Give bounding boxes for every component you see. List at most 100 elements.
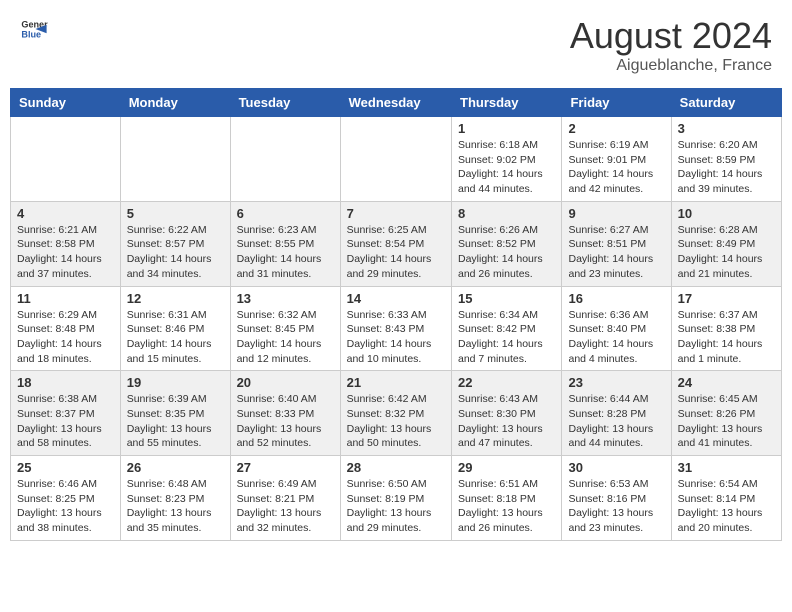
day-info: Sunrise: 6:53 AM Sunset: 8:16 PM Dayligh… <box>568 477 664 536</box>
day-info: Sunrise: 6:28 AM Sunset: 8:49 PM Dayligh… <box>678 223 775 282</box>
main-title: August 2024 <box>570 15 772 57</box>
day-number: 27 <box>237 460 334 475</box>
calendar-cell: 9 Sunrise: 6:27 AM Sunset: 8:51 PM Daylig… <box>562 201 671 286</box>
calendar-cell: 27 Sunrise: 6:49 AM Sunset: 8:21 PM Dayli… <box>230 456 340 541</box>
day-number: 31 <box>678 460 775 475</box>
day-number: 13 <box>237 291 334 306</box>
calendar-header-row: SundayMondayTuesdayWednesdayThursdayFrid… <box>11 89 782 117</box>
day-number: 17 <box>678 291 775 306</box>
page-header: General Blue August 2024 Aigueblanche, F… <box>10 10 782 80</box>
day-number: 8 <box>458 206 555 221</box>
day-number: 19 <box>127 375 224 390</box>
day-number: 5 <box>127 206 224 221</box>
day-info: Sunrise: 6:49 AM Sunset: 8:21 PM Dayligh… <box>237 477 334 536</box>
day-number: 25 <box>17 460 114 475</box>
day-header-sunday: Sunday <box>11 89 121 117</box>
day-header-friday: Friday <box>562 89 671 117</box>
day-info: Sunrise: 6:19 AM Sunset: 9:01 PM Dayligh… <box>568 138 664 197</box>
calendar-cell <box>230 117 340 202</box>
day-number: 12 <box>127 291 224 306</box>
calendar-cell: 15Sunrise: 6:34 AM Sunset: 8:42 PM Dayli… <box>452 286 562 371</box>
day-number: 21 <box>347 375 445 390</box>
day-number: 1 <box>458 121 555 136</box>
calendar-cell <box>11 117 121 202</box>
day-number: 16 <box>568 291 664 306</box>
day-number: 29 <box>458 460 555 475</box>
day-info: Sunrise: 6:37 AM Sunset: 8:38 PM Dayligh… <box>678 308 775 367</box>
calendar-cell: 20Sunrise: 6:40 AM Sunset: 8:33 PM Dayli… <box>230 371 340 456</box>
day-header-saturday: Saturday <box>671 89 781 117</box>
day-info: Sunrise: 6:46 AM Sunset: 8:25 PM Dayligh… <box>17 477 114 536</box>
calendar-cell: 18 Sunrise: 6:38 AM Sunset: 8:37 PM Dayli… <box>11 371 121 456</box>
day-info: Sunrise: 6:39 AM Sunset: 8:35 PM Dayligh… <box>127 392 224 451</box>
calendar: SundayMondayTuesdayWednesdayThursdayFrid… <box>10 88 782 541</box>
calendar-week-row: 4 Sunrise: 6:21 AM Sunset: 8:58 PM Daylig… <box>11 201 782 286</box>
day-info: Sunrise: 6:22 AM Sunset: 8:57 PM Dayligh… <box>127 223 224 282</box>
day-info: Sunrise: 6:38 AM Sunset: 8:37 PM Dayligh… <box>17 392 114 451</box>
day-info: Sunrise: 6:31 AM Sunset: 8:46 PM Dayligh… <box>127 308 224 367</box>
calendar-cell: 19 Sunrise: 6:39 AM Sunset: 8:35 PM Dayli… <box>120 371 230 456</box>
calendar-cell: 12 Sunrise: 6:31 AM Sunset: 8:46 PM Dayli… <box>120 286 230 371</box>
day-header-monday: Monday <box>120 89 230 117</box>
calendar-week-row: 11 Sunrise: 6:29 AM Sunset: 8:48 PM Dayli… <box>11 286 782 371</box>
day-number: 2 <box>568 121 664 136</box>
calendar-cell: 26Sunrise: 6:48 AM Sunset: 8:23 PM Dayli… <box>120 456 230 541</box>
calendar-cell: 25 Sunrise: 6:46 AM Sunset: 8:25 PM Dayli… <box>11 456 121 541</box>
day-number: 24 <box>678 375 775 390</box>
day-number: 30 <box>568 460 664 475</box>
day-info: Sunrise: 6:20 AM Sunset: 8:59 PM Dayligh… <box>678 138 775 197</box>
day-number: 14 <box>347 291 445 306</box>
day-info: Sunrise: 6:54 AM Sunset: 8:14 PM Dayligh… <box>678 477 775 536</box>
logo: General Blue <box>20 15 48 43</box>
calendar-cell: 31 Sunrise: 6:54 AM Sunset: 8:14 PM Dayli… <box>671 456 781 541</box>
day-info: Sunrise: 6:43 AM Sunset: 8:30 PM Dayligh… <box>458 392 555 451</box>
calendar-cell: 4 Sunrise: 6:21 AM Sunset: 8:58 PM Daylig… <box>11 201 121 286</box>
calendar-cell: 17 Sunrise: 6:37 AM Sunset: 8:38 PM Dayli… <box>671 286 781 371</box>
day-number: 4 <box>17 206 114 221</box>
calendar-cell: 1Sunrise: 6:18 AM Sunset: 9:02 PM Daylig… <box>452 117 562 202</box>
calendar-cell: 2 Sunrise: 6:19 AM Sunset: 9:01 PM Daylig… <box>562 117 671 202</box>
day-info: Sunrise: 6:51 AM Sunset: 8:18 PM Dayligh… <box>458 477 555 536</box>
calendar-cell <box>120 117 230 202</box>
day-number: 26 <box>127 460 224 475</box>
day-info: Sunrise: 6:40 AM Sunset: 8:33 PM Dayligh… <box>237 392 334 451</box>
calendar-week-row: 25 Sunrise: 6:46 AM Sunset: 8:25 PM Dayli… <box>11 456 782 541</box>
day-header-thursday: Thursday <box>452 89 562 117</box>
day-number: 11 <box>17 291 114 306</box>
day-header-tuesday: Tuesday <box>230 89 340 117</box>
calendar-cell: 14 Sunrise: 6:33 AM Sunset: 8:43 PM Dayli… <box>340 286 451 371</box>
day-info: Sunrise: 6:32 AM Sunset: 8:45 PM Dayligh… <box>237 308 334 367</box>
calendar-cell: 22 Sunrise: 6:43 AM Sunset: 8:30 PM Dayli… <box>452 371 562 456</box>
calendar-cell: 7 Sunrise: 6:25 AM Sunset: 8:54 PM Daylig… <box>340 201 451 286</box>
day-number: 7 <box>347 206 445 221</box>
calendar-cell: 10 Sunrise: 6:28 AM Sunset: 8:49 PM Dayli… <box>671 201 781 286</box>
day-info: Sunrise: 6:50 AM Sunset: 8:19 PM Dayligh… <box>347 477 445 536</box>
calendar-cell: 21Sunrise: 6:42 AM Sunset: 8:32 PM Dayli… <box>340 371 451 456</box>
calendar-cell: 24Sunrise: 6:45 AM Sunset: 8:26 PM Dayli… <box>671 371 781 456</box>
day-info: Sunrise: 6:44 AM Sunset: 8:28 PM Dayligh… <box>568 392 664 451</box>
day-header-wednesday: Wednesday <box>340 89 451 117</box>
day-info: Sunrise: 6:36 AM Sunset: 8:40 PM Dayligh… <box>568 308 664 367</box>
calendar-cell: 16 Sunrise: 6:36 AM Sunset: 8:40 PM Dayli… <box>562 286 671 371</box>
calendar-cell: 6 Sunrise: 6:23 AM Sunset: 8:55 PM Daylig… <box>230 201 340 286</box>
day-info: Sunrise: 6:25 AM Sunset: 8:54 PM Dayligh… <box>347 223 445 282</box>
day-number: 22 <box>458 375 555 390</box>
calendar-cell: 11 Sunrise: 6:29 AM Sunset: 8:48 PM Dayli… <box>11 286 121 371</box>
logo-icon: General Blue <box>20 15 48 43</box>
day-info: Sunrise: 6:21 AM Sunset: 8:58 PM Dayligh… <box>17 223 114 282</box>
day-info: Sunrise: 6:29 AM Sunset: 8:48 PM Dayligh… <box>17 308 114 367</box>
day-info: Sunrise: 6:27 AM Sunset: 8:51 PM Dayligh… <box>568 223 664 282</box>
day-info: Sunrise: 6:26 AM Sunset: 8:52 PM Dayligh… <box>458 223 555 282</box>
day-number: 9 <box>568 206 664 221</box>
day-number: 10 <box>678 206 775 221</box>
calendar-week-row: 1Sunrise: 6:18 AM Sunset: 9:02 PM Daylig… <box>11 117 782 202</box>
subtitle: Aigueblanche, France <box>570 57 772 75</box>
day-number: 3 <box>678 121 775 136</box>
day-info: Sunrise: 6:33 AM Sunset: 8:43 PM Dayligh… <box>347 308 445 367</box>
calendar-cell: 3 Sunrise: 6:20 AM Sunset: 8:59 PM Daylig… <box>671 117 781 202</box>
day-number: 6 <box>237 206 334 221</box>
day-info: Sunrise: 6:23 AM Sunset: 8:55 PM Dayligh… <box>237 223 334 282</box>
title-section: August 2024 Aigueblanche, France <box>570 15 772 75</box>
day-number: 18 <box>17 375 114 390</box>
calendar-cell: 28Sunrise: 6:50 AM Sunset: 8:19 PM Dayli… <box>340 456 451 541</box>
